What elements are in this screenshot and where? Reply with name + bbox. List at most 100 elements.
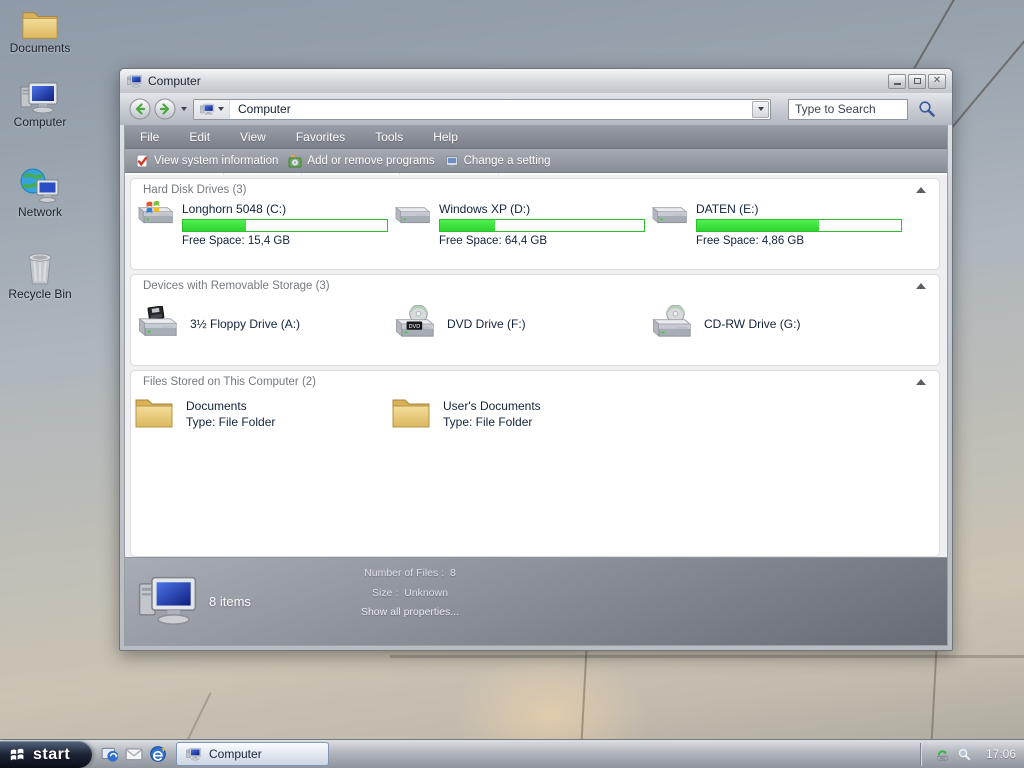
taskbar: start Computer 17:06 bbox=[0, 739, 1024, 768]
minimize-icon bbox=[894, 83, 901, 85]
safely-remove-hardware-icon[interactable] bbox=[935, 747, 950, 762]
recycle-bin-icon bbox=[24, 250, 56, 286]
drive-item-d[interactable]: Windows XP (D:) Free Space: 64,4 GB bbox=[388, 201, 645, 247]
drive-name: Windows XP (D:) bbox=[439, 202, 645, 217]
taskbar-clock: 17:06 bbox=[986, 747, 1016, 761]
status-separator: : bbox=[441, 567, 444, 579]
quicklaunch-launch-internet-icon[interactable] bbox=[101, 745, 119, 763]
window-computer-icon bbox=[127, 74, 143, 88]
minimize-button[interactable] bbox=[888, 74, 906, 89]
folder-icon bbox=[21, 8, 59, 40]
drive-item-e[interactable]: DATEN (E:) Free Space: 4,86 GB bbox=[645, 201, 902, 247]
forward-button[interactable] bbox=[154, 98, 176, 120]
folder-name: Documents bbox=[186, 398, 275, 414]
view-system-information-button[interactable]: View system information bbox=[132, 154, 281, 168]
menu-file[interactable]: File bbox=[125, 130, 174, 144]
group-files-stored: Files Stored on This Computer (2) Docume… bbox=[130, 370, 940, 557]
quicklaunch-internet-explorer-icon[interactable] bbox=[149, 745, 167, 763]
device-item-floppy[interactable]: 3½ Floppy Drive (A:) bbox=[131, 297, 388, 351]
add-remove-programs-button[interactable]: Add or remove programs bbox=[285, 154, 437, 168]
folder-item-users-documents[interactable]: User's Documents Type: File Folder bbox=[388, 393, 645, 430]
status-separator: : bbox=[395, 587, 398, 599]
tray-search-icon[interactable] bbox=[957, 747, 972, 762]
folder-icon bbox=[391, 395, 431, 429]
bg-reflection-edge bbox=[390, 655, 1024, 658]
explorer-window: Computer ✕ Computer bbox=[119, 68, 953, 651]
windows-flag-icon bbox=[9, 746, 27, 764]
task-button-computer[interactable]: Computer bbox=[176, 742, 329, 766]
device-name: CD-RW Drive (G:) bbox=[704, 317, 800, 331]
menu-edit[interactable]: Edit bbox=[174, 130, 225, 144]
computer-icon bbox=[138, 573, 200, 626]
task-button-label: Computer bbox=[209, 747, 262, 761]
status-size: Size : Unknown bbox=[275, 586, 545, 600]
floppy-drive-icon bbox=[134, 306, 178, 343]
change-setting-button[interactable]: Change a setting bbox=[442, 154, 554, 168]
menu-help[interactable]: Help bbox=[418, 130, 473, 144]
desktop-icon-documents[interactable]: Documents bbox=[2, 8, 78, 55]
dvd-drive-icon: DVD bbox=[391, 305, 435, 344]
maximize-button[interactable] bbox=[908, 74, 926, 89]
search-icon[interactable] bbox=[918, 100, 936, 118]
desktop-icon-computer[interactable]: Computer bbox=[2, 80, 78, 129]
titlebar[interactable]: Computer ✕ bbox=[120, 69, 952, 93]
close-button[interactable]: ✕ bbox=[928, 74, 946, 89]
network-icon bbox=[20, 168, 60, 204]
desktop-icon-label: Recycle Bin bbox=[2, 288, 78, 301]
folder-item-documents[interactable]: Documents Type: File Folder bbox=[131, 393, 388, 430]
address-icon-button[interactable] bbox=[194, 100, 230, 119]
change-setting-icon bbox=[445, 154, 459, 168]
collapse-group-icon[interactable] bbox=[916, 283, 926, 289]
bg-reflection-line bbox=[931, 650, 938, 742]
toolbar-label: View system information bbox=[154, 155, 278, 167]
status-number-of-files: Number of Files : 8 bbox=[275, 566, 545, 580]
device-name: DVD Drive (F:) bbox=[447, 317, 526, 331]
tray-separator bbox=[920, 743, 921, 766]
drive-item-c[interactable]: Longhorn 5048 (C:) Free Space: 15,4 GB bbox=[131, 201, 388, 247]
show-all-properties-link[interactable]: Show all properties... bbox=[275, 606, 545, 618]
chevron-down-icon bbox=[758, 107, 764, 111]
hard-drive-icon bbox=[648, 201, 688, 247]
navigation-bar: Computer bbox=[120, 93, 952, 125]
group-title: Files Stored on This Computer (2) bbox=[143, 376, 316, 388]
menu-view[interactable]: View bbox=[225, 130, 281, 144]
close-icon: ✕ bbox=[933, 76, 941, 86]
collapse-group-icon[interactable] bbox=[916, 379, 926, 385]
computer-icon bbox=[186, 747, 202, 761]
menu-bar: File Edit View Favorites Tools Help bbox=[125, 126, 947, 149]
free-space-bar-fill bbox=[440, 220, 495, 231]
bg-reflection-line bbox=[581, 650, 588, 742]
task-toolbar: View system information Add or remove pr… bbox=[125, 149, 947, 173]
search-input[interactable] bbox=[788, 99, 908, 120]
address-value: Computer bbox=[230, 102, 752, 116]
desktop-icon-recycle-bin[interactable]: Recycle Bin bbox=[2, 250, 78, 301]
desktop-icon-label: Computer bbox=[2, 116, 78, 129]
free-space-bar-fill bbox=[697, 220, 819, 231]
desktop: Documents Computer Network Recycle Bin C… bbox=[0, 0, 1024, 768]
drive-free-space: Free Space: 4,86 GB bbox=[696, 235, 902, 247]
window-client-area: File Edit View Favorites Tools Help View… bbox=[124, 125, 948, 646]
device-item-cdrw[interactable]: CD-RW Drive (G:) bbox=[645, 297, 902, 351]
status-value: 8 bbox=[450, 567, 456, 579]
quicklaunch-email-icon[interactable] bbox=[125, 745, 143, 763]
address-bar[interactable]: Computer bbox=[193, 99, 771, 120]
items-count: 8 items bbox=[209, 594, 251, 609]
address-computer-icon bbox=[200, 103, 215, 116]
maximize-icon bbox=[914, 78, 921, 84]
chevron-down-icon bbox=[218, 107, 224, 111]
start-button[interactable]: start bbox=[0, 741, 92, 768]
address-dropdown-button[interactable] bbox=[752, 101, 769, 118]
collapse-group-icon[interactable] bbox=[916, 187, 926, 193]
status-value: Unknown bbox=[404, 587, 448, 599]
folder-name: User's Documents bbox=[443, 398, 541, 414]
dvd-label: DVD bbox=[409, 324, 421, 330]
toolbar-label: Add or remove programs bbox=[307, 155, 434, 167]
desktop-icon-network[interactable]: Network bbox=[2, 168, 78, 219]
menu-favorites[interactable]: Favorites bbox=[281, 130, 360, 144]
device-item-dvd[interactable]: DVD DVD Drive (F:) bbox=[388, 297, 645, 351]
menu-tools[interactable]: Tools bbox=[360, 130, 418, 144]
desktop-icon-label: Network bbox=[2, 206, 78, 219]
group-title: Devices with Removable Storage (3) bbox=[143, 280, 330, 292]
back-button[interactable] bbox=[129, 98, 151, 120]
history-dropdown-icon[interactable] bbox=[181, 107, 187, 111]
